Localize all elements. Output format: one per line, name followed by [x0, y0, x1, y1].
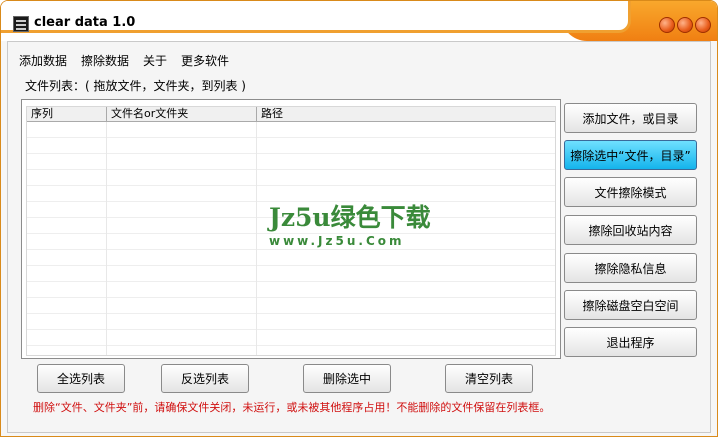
- erase-recycle-bin-button[interactable]: 擦除回收站内容: [564, 215, 697, 245]
- exit-button[interactable]: 退出程序: [564, 327, 697, 357]
- invert-selection-button[interactable]: 反选列表: [161, 364, 249, 393]
- column-header-index[interactable]: 序列: [27, 107, 107, 122]
- erase-selected-button[interactable]: 擦除选中“文件，目录”: [564, 140, 697, 170]
- title-bar[interactable]: clear data 1.0: [1, 1, 717, 41]
- warning-text: 删除“文件、文件夹”前，请确保文件关闭，未运行，或未被其他程序占用！不能删除的文…: [33, 401, 551, 414]
- window-title: clear data 1.0: [34, 15, 136, 30]
- erase-privacy-button[interactable]: 擦除隐私信息: [564, 253, 697, 283]
- menu-add-data[interactable]: 添加数据: [19, 52, 67, 68]
- erase-free-space-button[interactable]: 擦除磁盘空白空间: [564, 290, 697, 320]
- watermark: Jz5u绿色下载 www.Jz5u.Com: [269, 198, 469, 248]
- file-list-hint: 文件列表：( 拖放文件，文件夹，到列表 ): [25, 79, 246, 93]
- column-divider: [106, 122, 107, 355]
- menu-about[interactable]: 关于: [143, 52, 167, 68]
- menu-bar: 添加数据 擦除数据 关于 更多软件: [19, 52, 229, 68]
- close-button[interactable]: [695, 17, 711, 33]
- select-all-button[interactable]: 全选列表: [37, 364, 125, 393]
- menu-erase-data[interactable]: 擦除数据: [81, 52, 129, 68]
- minimize-button[interactable]: [659, 17, 675, 33]
- watermark-url: www.Jz5u.Com: [269, 234, 405, 248]
- app-window: clear data 1.0 添加数据 擦除数据 关于 更多软件 文件列表：( …: [0, 0, 718, 437]
- delete-selected-button[interactable]: 删除选中: [303, 364, 391, 393]
- app-icon: [13, 16, 29, 32]
- clear-list-button[interactable]: 清空列表: [445, 364, 533, 393]
- erase-mode-button[interactable]: 文件擦除模式: [564, 177, 697, 207]
- column-divider: [256, 122, 257, 355]
- add-file-or-folder-button[interactable]: 添加文件，或目录: [564, 103, 697, 133]
- column-header-name[interactable]: 文件名or文件夹: [107, 107, 257, 122]
- watermark-logo-text: Jz5u绿色下载: [269, 203, 431, 232]
- column-header-path[interactable]: 路径: [257, 107, 555, 122]
- menu-more-software[interactable]: 更多软件: [181, 52, 229, 68]
- maximize-button[interactable]: [677, 17, 693, 33]
